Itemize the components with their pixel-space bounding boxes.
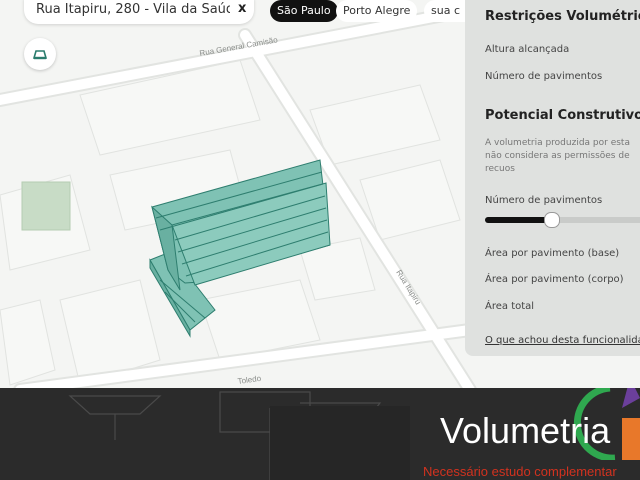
city-chip-porto-alegre[interactable]: Porto Alegre	[336, 0, 418, 22]
address-search-input[interactable]: Rua Itapiru, 280 - Vila da Saúde	[36, 2, 230, 17]
clear-search-button[interactable]: x	[238, 1, 246, 16]
banner-title: Volumetria	[440, 410, 611, 451]
altura-label: Altura alcançada	[485, 44, 570, 55]
info-panel: Restrições Volumétricas Altura alcançada…	[465, 0, 640, 356]
city-chip-sao-paulo[interactable]: São Paulo	[270, 0, 338, 22]
city-chip-sua-cidade[interactable]: sua c	[424, 0, 467, 22]
pavimentos-label: Número de pavimentos	[485, 71, 603, 82]
feedback-link[interactable]: O que achou desta funcionalidade	[485, 335, 640, 346]
video-banner: Volumetria Necessário estudo complementa…	[0, 388, 640, 480]
address-search-bar[interactable]: Rua Itapiru, 280 - Vila da Saúde x	[24, 0, 254, 24]
potencial-title: Potencial Construtivo	[485, 108, 640, 123]
slider-thumb[interactable]	[543, 212, 560, 228]
area-total-label: Área total	[485, 301, 535, 312]
green-lot	[21, 181, 71, 231]
area-corpo-label: Área por pavimento (corpo)	[485, 274, 624, 285]
map-view-toggle-button[interactable]	[24, 38, 56, 70]
banner-subtitle: Necessário estudo complementar	[423, 464, 617, 479]
potencial-description: A volumetria produzida por esta não cons…	[485, 138, 630, 174]
slider-fill	[485, 217, 551, 223]
restricoes-title: Restrições Volumétricas	[485, 9, 640, 24]
perspective-icon	[32, 50, 48, 60]
slider-label: Número de pavimentos	[485, 195, 603, 206]
area-base-label: Área por pavimento (base)	[485, 248, 620, 259]
pavimentos-slider[interactable]	[485, 212, 640, 228]
